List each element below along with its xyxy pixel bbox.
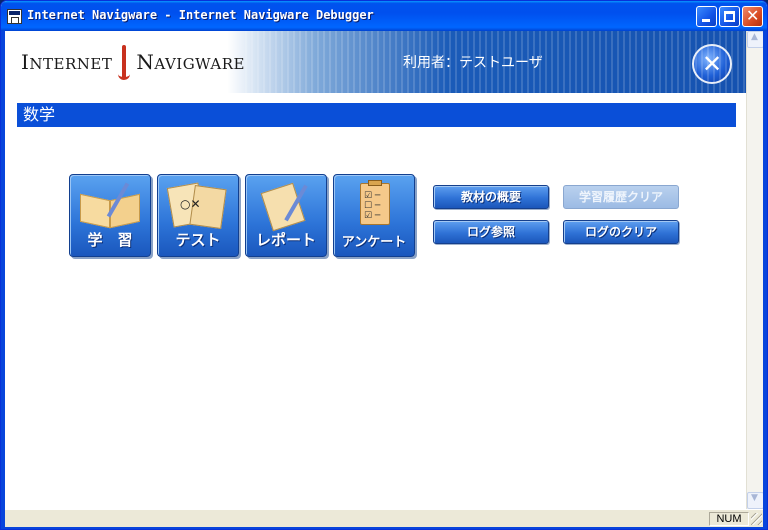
logo-text-navigware: NAVIGWARE — [136, 50, 245, 74]
window-frame-right — [763, 31, 767, 529]
scroll-down-button[interactable]: ▼ — [747, 492, 764, 509]
minimize-icon — [702, 19, 710, 22]
study-button[interactable]: 学 習 — [69, 174, 151, 257]
survey-button[interactable]: ☑ ─ ☐ ─ ☑ ─ アンケート — [333, 174, 415, 257]
chevron-down-icon: ▼ — [751, 493, 758, 503]
book-icon-page — [110, 193, 140, 229]
window-frame-left — [1, 31, 5, 529]
exit-button[interactable]: ✕ — [692, 44, 732, 84]
study-button-label: 学 習 — [87, 231, 133, 249]
app-window: Internet Navigware - Internet Navigware … — [0, 0, 768, 530]
survey-checks: ☑ ─ ☐ ─ ☑ ─ — [364, 191, 381, 221]
test-button-label: テスト — [175, 231, 221, 249]
close-window-button[interactable]: ✕ — [742, 6, 763, 27]
report-icon — [260, 182, 306, 232]
app-icon[interactable] — [7, 9, 22, 24]
close-icon: ✕ — [746, 6, 760, 25]
log-view-button[interactable]: ログ参照 — [433, 220, 549, 244]
minimize-button[interactable] — [696, 6, 717, 27]
logo-mark-icon — [116, 45, 132, 80]
close-circle-icon: ✕ — [701, 50, 723, 78]
user-label: 利用者：テストユーザ — [403, 55, 543, 71]
header-banner: INTERNET NAVIGWARE 利用者：テストユーザ ✕ — [5, 31, 746, 93]
maximize-button[interactable] — [719, 6, 740, 27]
resize-grip-icon[interactable] — [751, 513, 762, 525]
status-bar: NUM — [5, 509, 763, 527]
maximize-icon — [724, 11, 735, 22]
survey-button-label: アンケート — [341, 235, 407, 250]
log-clear-button[interactable]: ログのクリア — [563, 220, 679, 244]
content-area: INTERNET NAVIGWARE 利用者：テストユーザ ✕ 数学 学 習 ○… — [5, 31, 746, 509]
vertical-scrollbar[interactable]: ▲ ▼ — [746, 31, 764, 509]
clipboard-clip — [368, 180, 382, 186]
material-overview-button[interactable]: 教材の概要 — [433, 185, 549, 209]
book-icon — [80, 193, 110, 229]
title-bar[interactable]: Internet Navigware - Internet Navigware … — [1, 1, 767, 31]
chevron-up-icon: ▲ — [751, 32, 758, 42]
test-button[interactable]: ○✕ テスト — [157, 174, 239, 257]
test-marks: ○✕ — [180, 197, 201, 211]
subject-title: 数学 — [17, 103, 736, 127]
report-button[interactable]: レポート — [245, 174, 327, 257]
logo-text-internet: INTERNET — [21, 50, 113, 74]
report-button-label: レポート — [255, 231, 316, 249]
scroll-up-button[interactable]: ▲ — [747, 31, 764, 48]
num-lock-indicator: NUM — [709, 512, 749, 526]
navigware-logo: INTERNET NAVIGWARE — [21, 45, 245, 80]
window-title: Internet Navigware - Internet Navigware … — [27, 8, 374, 22]
clear-study-history-button[interactable]: 学習履歴クリア — [563, 185, 679, 209]
